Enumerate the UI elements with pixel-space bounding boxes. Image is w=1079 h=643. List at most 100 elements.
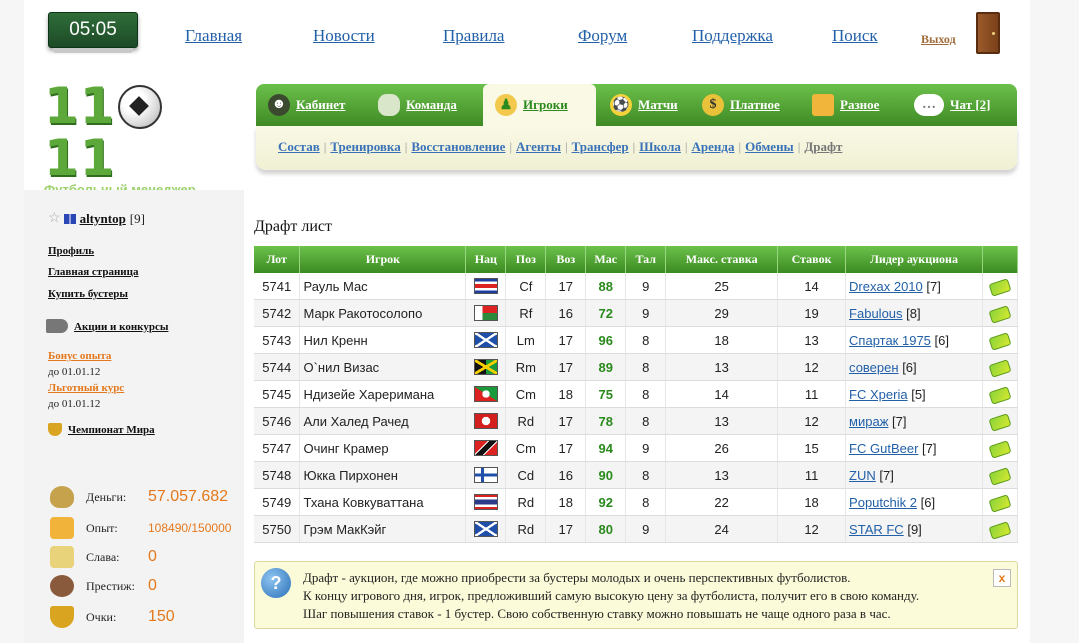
bid-booster-icon[interactable] xyxy=(988,466,1012,486)
position-cell: Cm xyxy=(505,380,547,408)
subnav-loan[interactable]: Аренда xyxy=(692,139,735,154)
close-icon[interactable]: x xyxy=(993,569,1011,587)
logo[interactable]: 1111 Футбольный менеджер xyxy=(44,80,234,197)
player-name[interactable]: Али Халед Рачед xyxy=(299,407,467,435)
subnav-exchanges[interactable]: Обмены xyxy=(745,139,794,154)
bid-cell xyxy=(982,380,1019,408)
promotions-link[interactable]: Акции и конкурсы xyxy=(74,321,168,333)
leader-link[interactable]: Poputchik 2 xyxy=(849,495,917,510)
player-name[interactable]: Нил Кренн xyxy=(299,326,467,354)
bid-booster-icon[interactable] xyxy=(988,439,1012,459)
col-position[interactable]: Поз xyxy=(505,246,547,273)
subnav-training[interactable]: Тренировка xyxy=(330,139,400,154)
trophy-ball-icon: ⚽ xyxy=(610,94,632,116)
nav-news[interactable]: Новости xyxy=(313,26,375,46)
lot-cell: 5749 xyxy=(254,488,301,516)
profile-link[interactable]: Профиль xyxy=(48,245,94,257)
player-name[interactable]: Юкка Пирхонен xyxy=(299,461,467,489)
col-lot[interactable]: Лот xyxy=(254,246,301,273)
talent-cell: 9 xyxy=(625,434,667,462)
col-leader[interactable]: Лидер аукциона xyxy=(845,246,983,273)
talent-cell: 8 xyxy=(625,353,667,381)
leader-link[interactable]: соверен xyxy=(849,360,899,375)
age-cell: 17 xyxy=(545,326,587,354)
person-icon xyxy=(50,575,74,597)
nav-support[interactable]: Поддержка xyxy=(692,26,773,46)
subnav-roster[interactable]: Состав xyxy=(278,139,320,154)
scotland-flag-icon xyxy=(473,332,498,349)
bid-booster-icon[interactable] xyxy=(988,385,1012,405)
col-bids[interactable]: Ставок xyxy=(777,246,847,273)
leader-link[interactable]: Drexax 2010 xyxy=(849,279,923,294)
leader-link[interactable]: FC Xperia xyxy=(849,387,908,402)
madagascar-flag-icon xyxy=(473,305,498,322)
tab-paid[interactable]: $ Платное xyxy=(702,84,780,126)
max-bid-cell: 13 xyxy=(665,461,779,489)
leader-link[interactable]: ZUN xyxy=(849,468,876,483)
subnav-recovery[interactable]: Восстановление xyxy=(411,139,505,154)
podium-icon xyxy=(50,546,74,568)
table-row: 5746 Али Халед Рачед Rd 17 78 8 13 12 мираж [7] xyxy=(254,407,1019,435)
bid-booster-icon[interactable] xyxy=(988,412,1012,432)
mastery-cell: 90 xyxy=(585,461,627,489)
bid-booster-icon[interactable] xyxy=(988,520,1012,540)
bid-booster-icon[interactable] xyxy=(988,304,1012,324)
nav-search[interactable]: Поиск xyxy=(832,26,878,46)
costa-rica-flag-icon xyxy=(473,278,498,295)
leader-link[interactable]: FC GutBeer xyxy=(849,441,918,456)
player-name[interactable]: Очинг Крамер xyxy=(299,434,467,462)
player-name[interactable]: Ндизейе Хареримана xyxy=(299,380,467,408)
leader-link[interactable]: Спартак 1975 xyxy=(849,333,931,348)
subnav-agents[interactable]: Агенты xyxy=(516,139,561,154)
discount-rate-link[interactable]: Льготный курс xyxy=(48,382,124,394)
player-name[interactable]: Марк Ракотосолопо xyxy=(299,299,467,327)
col-talent[interactable]: Тал xyxy=(625,246,667,273)
nav-forum[interactable]: Форум xyxy=(578,26,627,46)
logout-link[interactable]: Выход xyxy=(921,32,956,47)
subnav-transfer[interactable]: Трансфер xyxy=(572,139,629,154)
username-link[interactable]: altyntop xyxy=(80,211,126,227)
player-name[interactable]: О`нил Визас xyxy=(299,353,467,381)
world-cup-link[interactable]: Чемпионат Мира xyxy=(68,424,155,436)
exp-bonus-date: до 01.01.12 xyxy=(48,366,101,378)
age-cell: 18 xyxy=(545,488,587,516)
subnav-school[interactable]: Школа xyxy=(639,139,681,154)
homepage-link[interactable]: Главная страница xyxy=(48,266,138,278)
col-max-bid[interactable]: Макс. ставка xyxy=(665,246,779,273)
tab-matches[interactable]: ⚽ Матчи xyxy=(610,84,678,126)
leader-link[interactable]: STAR FC xyxy=(849,522,904,537)
tab-players[interactable]: ♟ Игроки xyxy=(483,84,596,126)
tab-team[interactable]: Команда xyxy=(378,84,457,126)
tab-cabinet[interactable]: ☻ Кабинет xyxy=(268,84,345,126)
nation-cell xyxy=(465,353,507,381)
nav-rules[interactable]: Правила xyxy=(443,26,504,46)
trinidad-flag-icon xyxy=(473,440,498,457)
buy-boosters-link[interactable]: Купить бустеры xyxy=(48,288,128,300)
bid-booster-icon[interactable] xyxy=(988,331,1012,351)
tab-chat[interactable]: … Чат [2] xyxy=(914,84,991,126)
player-name[interactable]: Тхана Ковкуваттана xyxy=(299,488,467,516)
col-player[interactable]: Игрок xyxy=(299,246,467,273)
position-cell: Cm xyxy=(505,434,547,462)
bid-booster-icon[interactable] xyxy=(988,277,1012,297)
subnav-links: Состав | Тренировка | Восстановление | Агенты |… xyxy=(278,139,843,154)
table-row: 5743 Нил Кренн Lm 17 96 8 18 13 Спартак 1975 [6] xyxy=(254,326,1019,354)
leader-cell: Poputchik 2 [6] xyxy=(845,488,983,516)
col-mastery[interactable]: Мас xyxy=(585,246,627,273)
bid-booster-icon[interactable] xyxy=(988,493,1012,513)
bid-booster-icon[interactable] xyxy=(988,358,1012,378)
nation-cell xyxy=(465,488,507,516)
nav-home[interactable]: Главная xyxy=(185,26,242,46)
star-icon[interactable]: ☆ xyxy=(48,210,61,227)
leader-link[interactable]: Fabulous xyxy=(849,306,902,321)
player-name[interactable]: Рауль Мас xyxy=(299,273,467,300)
col-age[interactable]: Воз xyxy=(545,246,587,273)
leader-cell: соверен [6] xyxy=(845,353,983,381)
tab-misc[interactable]: Разное xyxy=(812,84,879,126)
exp-bonus-link[interactable]: Бонус опыта xyxy=(48,350,111,362)
player-name[interactable]: Грэм МакКэйг xyxy=(299,515,467,543)
door-icon[interactable] xyxy=(976,12,1000,54)
col-nation[interactable]: Нац xyxy=(465,246,507,273)
leader-link[interactable]: мираж xyxy=(849,414,888,429)
subnav-draft[interactable]: Драфт xyxy=(804,139,842,154)
